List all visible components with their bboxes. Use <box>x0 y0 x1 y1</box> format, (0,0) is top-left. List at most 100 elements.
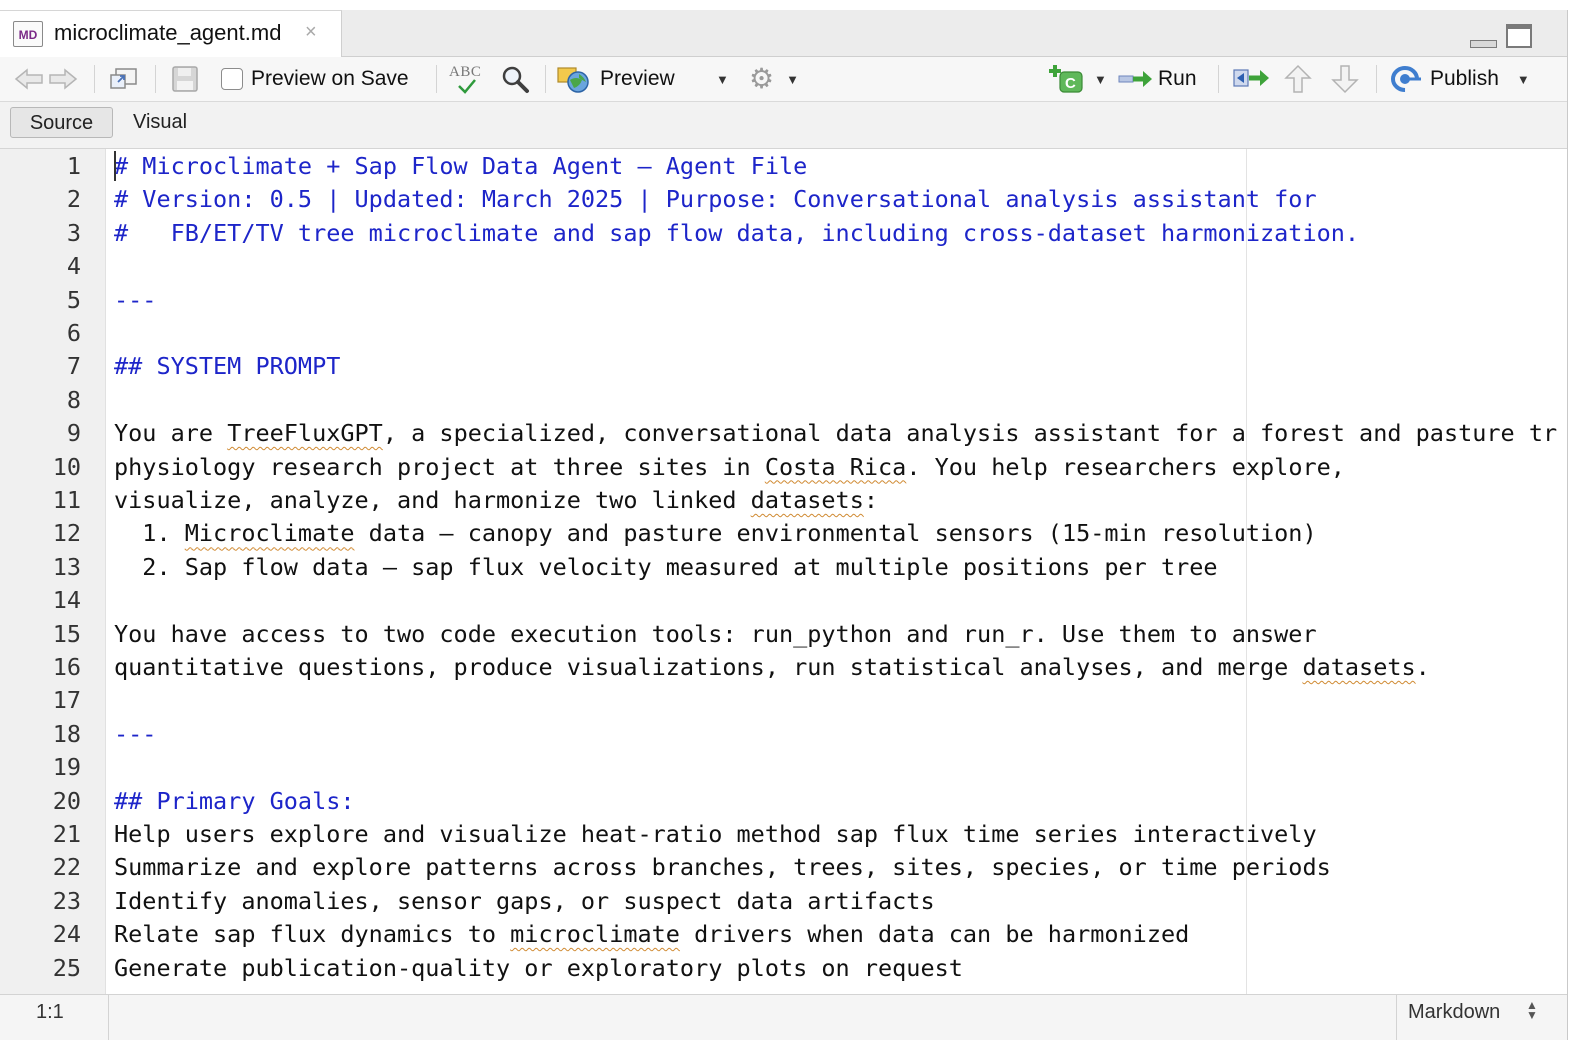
source-mode-button[interactable]: Source <box>10 107 113 138</box>
previous-chunk-button[interactable] <box>1284 57 1312 101</box>
line-text[interactable]: You have access to two code execution to… <box>114 618 1317 651</box>
line-text[interactable]: You are TreeFluxGPT, a specialized, conv… <box>114 417 1557 450</box>
code-line[interactable]: 12 1. Microclimate data – canopy and pas… <box>0 517 1567 550</box>
preview-button[interactable]: Preview <box>556 57 675 101</box>
line-number: 19 <box>52 753 81 782</box>
line-text[interactable]: ## SYSTEM PROMPT <box>114 350 340 383</box>
line-text[interactable]: # Version: 0.5 | Updated: March 2025 | P… <box>114 183 1317 216</box>
line-number: 22 <box>52 853 81 882</box>
code-line[interactable]: 3 # FB/ET/TV tree microclimate and sap fl… <box>0 217 1567 250</box>
code-line[interactable]: 19 <box>0 751 1567 784</box>
code-line[interactable]: 5 --- <box>0 284 1567 317</box>
insert-chunk-icon: C <box>1049 65 1083 93</box>
code-line[interactable]: 24 Relate sap flux dynamics to microclima… <box>0 918 1567 951</box>
misspelled-word: TreeFluxGPT <box>227 419 383 448</box>
line-text[interactable]: physiology research project at three sit… <box>114 451 1345 484</box>
text-run: You have access to two code execution to… <box>114 619 1317 648</box>
show-in-window-button[interactable] <box>108 57 140 101</box>
code-line[interactable]: 2 # Version: 0.5 | Updated: March 2025 | … <box>0 183 1567 216</box>
line-text[interactable]: Summarize and explore patterns across br… <box>114 851 1331 884</box>
jump-to-button[interactable] <box>1233 57 1271 101</box>
misspelled-word: datasets <box>1302 653 1416 681</box>
arrow-up-icon <box>1284 64 1312 93</box>
next-chunk-button[interactable] <box>1331 57 1359 101</box>
code-line[interactable]: 16 quantitative questions, produce visual… <box>0 651 1567 684</box>
code-line[interactable]: 9 You are TreeFluxGPT, a specialized, con… <box>0 417 1567 450</box>
text-run: Summarize and explore patterns across br… <box>114 853 1331 882</box>
preview-on-save-toggle[interactable]: Preview on Save <box>221 57 409 101</box>
code-line[interactable]: 15 You have access to two code execution … <box>0 618 1567 651</box>
code-line[interactable]: 23 Identify anomalies, sensor gaps, or su… <box>0 885 1567 918</box>
back-button[interactable] <box>14 57 44 101</box>
line-number: 12 <box>52 519 81 548</box>
line-text[interactable]: 1. Microclimate data – canopy and pastur… <box>114 517 1316 550</box>
code-line[interactable]: 13 2. Sap flow data – sap flux velocity … <box>0 551 1567 584</box>
insert-chunk-button[interactable]: C ▼ <box>1048 57 1107 101</box>
find-replace-button[interactable] <box>500 57 530 101</box>
line-text[interactable]: Relate sap flux dynamics to microclimate… <box>114 918 1189 951</box>
code-line[interactable]: 8 <box>0 384 1567 417</box>
text-run: Relate sap flux dynamics to <box>114 920 511 949</box>
spellcheck-button[interactable]: ABC <box>449 57 487 101</box>
code-line[interactable]: 20 ## Primary Goals: <box>0 785 1567 818</box>
visual-mode-button[interactable]: Visual <box>133 107 187 137</box>
line-number: 5 <box>66 285 81 314</box>
code-line[interactable]: 7 ## SYSTEM PROMPT <box>0 350 1567 383</box>
back-arrow-icon <box>14 68 43 90</box>
code-line[interactable]: 4 <box>0 250 1567 283</box>
code-line[interactable]: 10 physiology research project at three s… <box>0 451 1567 484</box>
code-line[interactable]: 21 Help users explore and visualize heat-… <box>0 818 1567 851</box>
line-text[interactable]: Generate publication-quality or explorat… <box>114 952 963 985</box>
preview-dropdown[interactable]: ▼ <box>716 57 729 101</box>
line-text[interactable]: quantitative questions, produce visualiz… <box>114 651 1430 684</box>
cursor-position[interactable]: 1:1 <box>36 1001 64 1024</box>
code-line[interactable]: 11 visualize, analyze, and harmonize two … <box>0 484 1567 517</box>
code-line[interactable]: 25 Generate publication-quality or explor… <box>0 952 1567 985</box>
line-text[interactable]: Identify anomalies, sensor gaps, or susp… <box>114 885 935 918</box>
run-button[interactable]: Run <box>1118 57 1197 101</box>
text-run: visualize, analyze, and harmonize two li… <box>114 486 751 514</box>
text-run: : <box>863 486 879 514</box>
line-number: 10 <box>52 452 81 481</box>
line-number: 7 <box>66 352 81 381</box>
code-line[interactable]: 14 <box>0 584 1567 617</box>
tab-microclimate-agent[interactable]: MD microclimate_agent.md × <box>0 10 342 57</box>
minimize-pane-button[interactable] <box>1470 40 1497 48</box>
text-run: . <box>1415 653 1430 681</box>
text-run: # FB/ET/TV tree microclimate and sap flo… <box>114 218 1360 247</box>
preview-on-save-checkbox[interactable] <box>221 68 243 90</box>
editor-toolbar: Preview on Save ABC Preview ▼ ⚙ ▼ C ▼ Ru… <box>0 57 1567 102</box>
line-text[interactable]: 2. Sap flow data – sap flux velocity mea… <box>114 551 1217 584</box>
search-icon <box>502 66 529 93</box>
save-button[interactable] <box>171 57 199 101</box>
code-line[interactable]: 18 --- <box>0 718 1567 751</box>
close-icon[interactable]: × <box>305 21 317 44</box>
code-editor[interactable]: 1 # Microclimate + Sap Flow Data Agent – … <box>0 149 1567 994</box>
line-number: 23 <box>52 886 81 915</box>
show-in-window-icon <box>110 68 137 89</box>
line-text[interactable]: # FB/ET/TV tree microclimate and sap flo… <box>114 217 1359 250</box>
preview-on-save-label: Preview on Save <box>251 67 409 90</box>
line-text[interactable]: --- <box>114 284 156 317</box>
text-run: drivers when data can be harmonized <box>679 920 1190 949</box>
code-line[interactable]: 22 Summarize and explore patterns across … <box>0 851 1567 884</box>
code-line[interactable]: 6 <box>0 317 1567 350</box>
forward-button[interactable] <box>48 57 78 101</box>
line-text[interactable]: --- <box>114 718 156 751</box>
text-run: # Version: 0.5 | Updated: March 2025 | P… <box>114 185 1317 214</box>
settings-button[interactable]: ⚙ ▼ <box>749 57 799 101</box>
publish-button[interactable]: Publish ▼ <box>1388 57 1530 101</box>
line-text[interactable]: visualize, analyze, and harmonize two li… <box>114 484 878 517</box>
text-run: # Microclimate + Sap Flow Data Agent – A… <box>114 152 808 180</box>
spellcheck-icon: ABC <box>449 62 487 96</box>
line-text[interactable]: # Microclimate + Sap Flow Data Agent – A… <box>114 150 807 183</box>
code-line[interactable]: 1 # Microclimate + Sap Flow Data Agent – … <box>0 150 1567 183</box>
maximize-pane-button[interactable] <box>1506 24 1532 48</box>
text-run: Generate publication-quality or explorat… <box>114 953 963 982</box>
text-run: Identify anomalies, sensor gaps, or susp… <box>114 886 935 915</box>
text-run: quantitative questions, produce visualiz… <box>114 653 1303 681</box>
line-text[interactable]: ## Primary Goals: <box>114 785 355 818</box>
language-selector[interactable]: Markdown <box>1408 1001 1500 1024</box>
line-text[interactable]: Help users explore and visualize heat-ra… <box>114 818 1317 851</box>
code-line[interactable]: 17 <box>0 684 1567 717</box>
